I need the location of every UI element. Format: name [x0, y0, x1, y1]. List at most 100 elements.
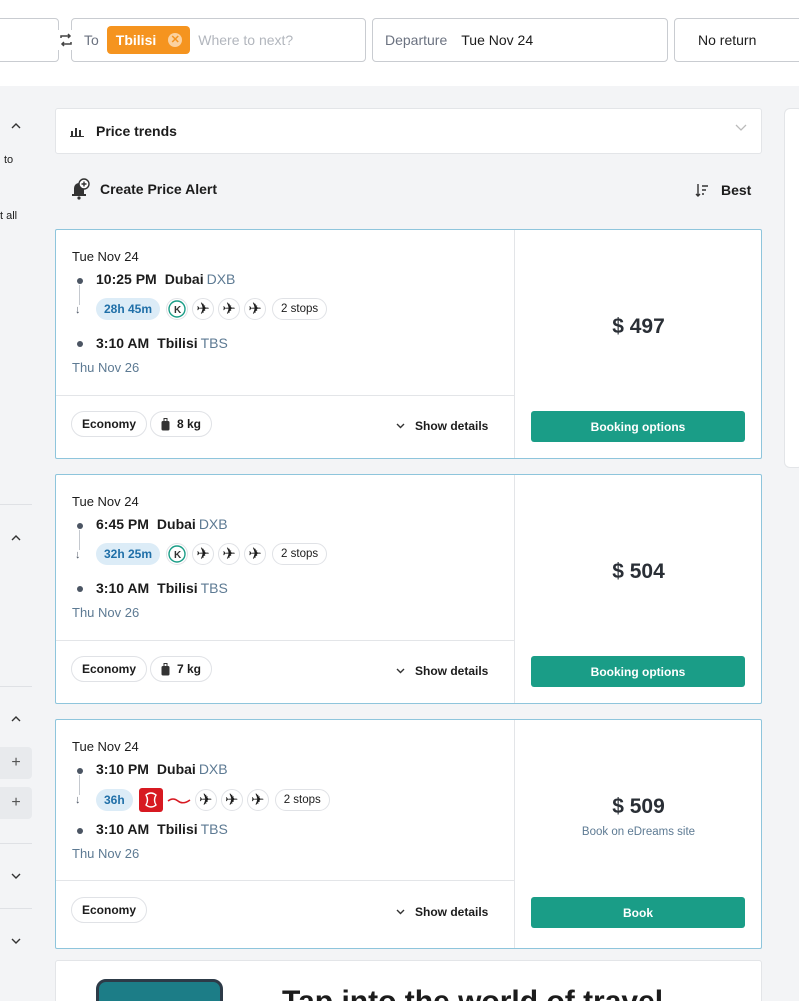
divider: [0, 686, 32, 687]
departure-row: 6:45 PM Dubai DXB: [96, 516, 228, 532]
to-label: To: [84, 32, 99, 48]
result-card[interactable]: Tue Nov 24 ↓ 10:25 PM Dubai DXB 28h 45m K …: [55, 229, 762, 459]
departure-row: 10:25 PM Dubai DXB: [96, 271, 235, 287]
booking-site-note: Book on eDreams site: [581, 826, 696, 838]
arrival-time: 3:10 AM: [96, 335, 150, 351]
arrival-date: Thu Nov 26: [72, 360, 140, 375]
departure-time: 10:25 PM: [96, 271, 157, 287]
show-details-label: Show details: [415, 664, 489, 678]
price: $ 497: [612, 315, 665, 338]
price-trends-panel[interactable]: Price trends: [55, 108, 762, 154]
baggage-weight: 7 kg: [177, 662, 202, 676]
departure-value: Tue Nov 24: [461, 32, 534, 48]
cabin-badge: Economy: [71, 897, 148, 923]
swap-button[interactable]: [54, 30, 78, 50]
stops-badge: 2 stops: [272, 543, 328, 565]
plane-icon: ✈: [220, 789, 243, 811]
divider: [0, 908, 32, 909]
book-button[interactable]: Book: [531, 897, 745, 928]
destination-field[interactable]: To Tbilisi ✕ Where to next?: [71, 18, 366, 62]
chevron-down-icon[interactable]: [735, 124, 747, 132]
close-icon[interactable]: ✕: [168, 33, 183, 47]
show-details-button[interactable]: Show details: [396, 905, 488, 919]
arrival-row: 3:10 AM Tbilisi TBS: [96, 580, 228, 596]
itinerary: Tue Nov 24 ↓ 10:25 PM Dubai DXB 28h 45m K …: [56, 230, 515, 458]
departure-date: Tue Nov 24: [72, 494, 139, 509]
departure-date: Tue Nov 24: [72, 249, 139, 264]
filters-sidebar: to t all + +: [0, 108, 32, 1001]
phone-illustration: [96, 979, 223, 1001]
divider: [0, 504, 32, 505]
side-panel: [784, 108, 799, 468]
departure-row: 3:10 PM Dubai DXB: [96, 761, 228, 777]
duration-badge: 28h 45m: [96, 298, 161, 320]
result-card[interactable]: Tue Nov 24 ↓ 3:10 PM Dubai DXB 36h ✈ ✈ ✈ 2…: [55, 719, 762, 949]
departure-city: Dubai: [156, 516, 196, 532]
departure-time: 3:10 PM: [96, 761, 149, 777]
show-details-label: Show details: [415, 419, 489, 433]
itinerary: Tue Nov 24 ↓ 6:45 PM Dubai DXB 32h 25m K ✈…: [56, 475, 515, 703]
arrival-code: TBS: [200, 821, 228, 837]
result-card[interactable]: Tue Nov 24 ↓ 6:45 PM Dubai DXB 32h 25m K ✈…: [55, 474, 762, 704]
sidebar-snippet: t all: [0, 210, 18, 222]
arrival-city: Tbilisi: [157, 821, 198, 837]
baggage-badge: 8 kg: [150, 411, 213, 437]
plane-icon: ✈: [192, 543, 215, 565]
divider: [0, 843, 32, 844]
destination-chip[interactable]: Tbilisi ✕: [106, 26, 191, 54]
add-filter-button[interactable]: +: [0, 787, 32, 819]
timeline-dot: [77, 828, 83, 834]
plane-icon: ✈: [194, 789, 217, 811]
segment-summary: 32h 25m K ✈ ✈ ✈ 2 stops: [96, 543, 328, 565]
create-price-alert-button[interactable]: Create Price Alert: [70, 178, 217, 200]
timeline-line: [79, 285, 80, 305]
arrival-city: Tbilisi: [157, 580, 198, 596]
promo-title: Tap into the world of travel: [282, 985, 663, 1001]
swap-icon: [60, 33, 72, 47]
departure-city: Dubai: [156, 761, 196, 777]
destination-input[interactable]: Where to next?: [198, 32, 293, 48]
arrival-city: Tbilisi: [157, 335, 198, 351]
show-details-button[interactable]: Show details: [396, 664, 488, 678]
departure-field[interactable]: Departure Tue Nov 24: [372, 18, 668, 62]
arrival-date: Thu Nov 26: [72, 846, 140, 861]
timeline-dot: [77, 523, 83, 529]
duration-badge: 32h 25m: [96, 543, 161, 565]
chevron-up-icon[interactable]: [8, 711, 24, 727]
departure-label: Departure: [385, 32, 448, 48]
stops-badge: 2 stops: [274, 789, 330, 811]
chevron-up-icon[interactable]: [8, 530, 24, 546]
divider: [56, 395, 515, 396]
chevron-down-icon[interactable]: [8, 868, 24, 884]
promo-banner: Tap into the world of travel: [55, 960, 762, 1001]
luggage-icon: [161, 662, 170, 675]
sort-button[interactable]: Best: [695, 182, 751, 198]
timeline-line: [79, 530, 80, 550]
divider: [56, 640, 515, 641]
arrow-down-icon: ↓: [75, 794, 81, 806]
svg-text:K: K: [174, 550, 182, 561]
chevron-up-icon[interactable]: [8, 118, 24, 134]
booking-options-button[interactable]: Booking options: [531, 411, 745, 442]
divider: [56, 880, 515, 881]
sort-icon: [695, 184, 708, 197]
origin-field[interactable]: [0, 18, 59, 62]
arrival-row: 3:10 AM Tbilisi TBS: [96, 821, 228, 837]
plane-icon: ✈: [218, 298, 241, 320]
timeline-dot: [77, 768, 83, 774]
return-field[interactable]: No return: [674, 18, 799, 62]
baggage-badge: 7 kg: [150, 656, 213, 682]
stops-badge: 2 stops: [272, 298, 328, 320]
chevron-down-icon[interactable]: [8, 933, 24, 949]
emirates-logo-icon: [138, 788, 191, 812]
booking-options-button[interactable]: Booking options: [531, 656, 745, 687]
departure-time: 6:45 PM: [96, 516, 149, 532]
arrival-date: Thu Nov 26: [72, 605, 140, 620]
timeline-dot: [77, 341, 83, 347]
show-details-button[interactable]: Show details: [396, 419, 488, 433]
plane-icon: ✈: [246, 789, 269, 811]
arrow-down-icon: ↓: [75, 304, 81, 316]
arrival-row: 3:10 AM Tbilisi TBS: [96, 335, 228, 351]
add-filter-button[interactable]: +: [0, 747, 32, 779]
segment-summary: 28h 45m K ✈ ✈ ✈ 2 stops: [96, 298, 328, 320]
